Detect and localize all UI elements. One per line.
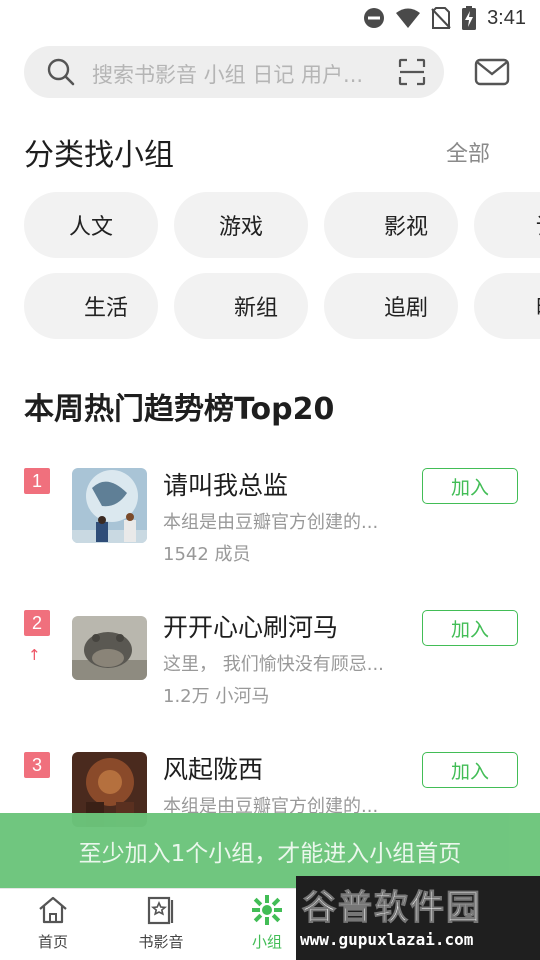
nav-item-group[interactable]: 小组 — [227, 895, 307, 952]
category-chip[interactable]: 生活 — [24, 273, 158, 339]
home-icon — [39, 896, 67, 924]
group-list-item[interactable]: 1 请叫我总监 本组是由豆瓣官方创建的... 1542 成员 加入 — [0, 468, 540, 568]
category-chips-row-2: 生活 新组 追剧 时 — [24, 273, 540, 339]
group-icon — [252, 895, 282, 925]
search-icon — [47, 58, 75, 86]
rank-badge: 1 — [24, 468, 50, 494]
trending-title: 本周热门趋势榜Top20 — [24, 392, 335, 427]
nav-label: 小组 — [251, 933, 282, 951]
all-categories-link[interactable]: 全部 — [446, 136, 490, 168]
nav-item-book-movie[interactable]: 书影音 — [121, 895, 201, 952]
category-chip[interactable]: 时 — [474, 273, 540, 339]
category-chip[interactable]: 新组 — [174, 273, 308, 339]
group-thumbnail — [72, 468, 147, 543]
watermark-url: www.gupuxlazai.com — [300, 930, 474, 949]
join-group-button[interactable]: 加入 — [422, 468, 518, 504]
group-description: 这里， 我们愉快没有顾忌... — [163, 654, 384, 675]
do-not-disturb-icon — [364, 8, 385, 28]
category-section-title: 分类找小组 — [24, 138, 174, 173]
watermark-title: 谷普软件园 — [302, 888, 482, 929]
group-description: 本组是由豆瓣官方创建的... — [163, 512, 379, 533]
scan-icon[interactable] — [398, 58, 426, 86]
watermark-logo: 谷普软件园 www.gupuxlazai.com — [296, 876, 540, 960]
search-row: 搜索书影音 小组 日记 用户... — [24, 46, 520, 98]
join-group-button[interactable]: 加入 — [422, 610, 518, 646]
category-chip[interactable]: 人文 — [24, 192, 158, 258]
group-member-count: 1542 成员 — [163, 544, 251, 565]
no-sim-icon — [431, 7, 451, 29]
category-chip[interactable]: 追剧 — [324, 273, 458, 339]
category-chip[interactable]: 影视 — [324, 192, 458, 258]
nav-label: 书影音 — [138, 933, 184, 951]
group-name: 开开心心刷河马 — [163, 613, 339, 642]
nav-item-home[interactable]: 首页 — [13, 895, 93, 952]
nav-label: 首页 — [37, 933, 68, 951]
search-placeholder: 搜索书影音 小组 日记 用户... — [92, 63, 364, 87]
status-bar: 3:41 — [0, 0, 540, 36]
group-name: 风起陇西 — [163, 755, 264, 784]
wifi-icon — [396, 8, 421, 28]
rank-up-arrow-icon: ↑ — [28, 646, 41, 664]
group-thumbnail — [72, 616, 147, 680]
mail-icon[interactable] — [474, 58, 510, 86]
category-chip[interactable]: 游戏 — [174, 192, 308, 258]
rank-badge: 3 — [24, 752, 50, 778]
rank-badge: 2 — [24, 610, 50, 636]
category-chips-row-1: 人文 游戏 影视 读 — [24, 192, 540, 258]
status-time: 3:41 — [487, 6, 526, 29]
group-member-count: 1.2万 小河马 — [163, 686, 270, 707]
group-name: 请叫我总监 — [163, 471, 289, 500]
book-movie-icon — [147, 896, 174, 925]
battery-charging-icon — [462, 6, 477, 30]
category-chip[interactable]: 读 — [474, 192, 540, 258]
toast-message: 至少加入1个小组，才能进入小组首页 — [78, 840, 462, 867]
group-list-item[interactable]: 2 ↑ 开开心心刷河马 这里， 我们愉快没有顾忌... 1.2万 小河马 加入 — [0, 610, 540, 710]
join-group-button[interactable]: 加入 — [422, 752, 518, 788]
search-input[interactable]: 搜索书影音 小组 日记 用户... — [24, 46, 444, 98]
